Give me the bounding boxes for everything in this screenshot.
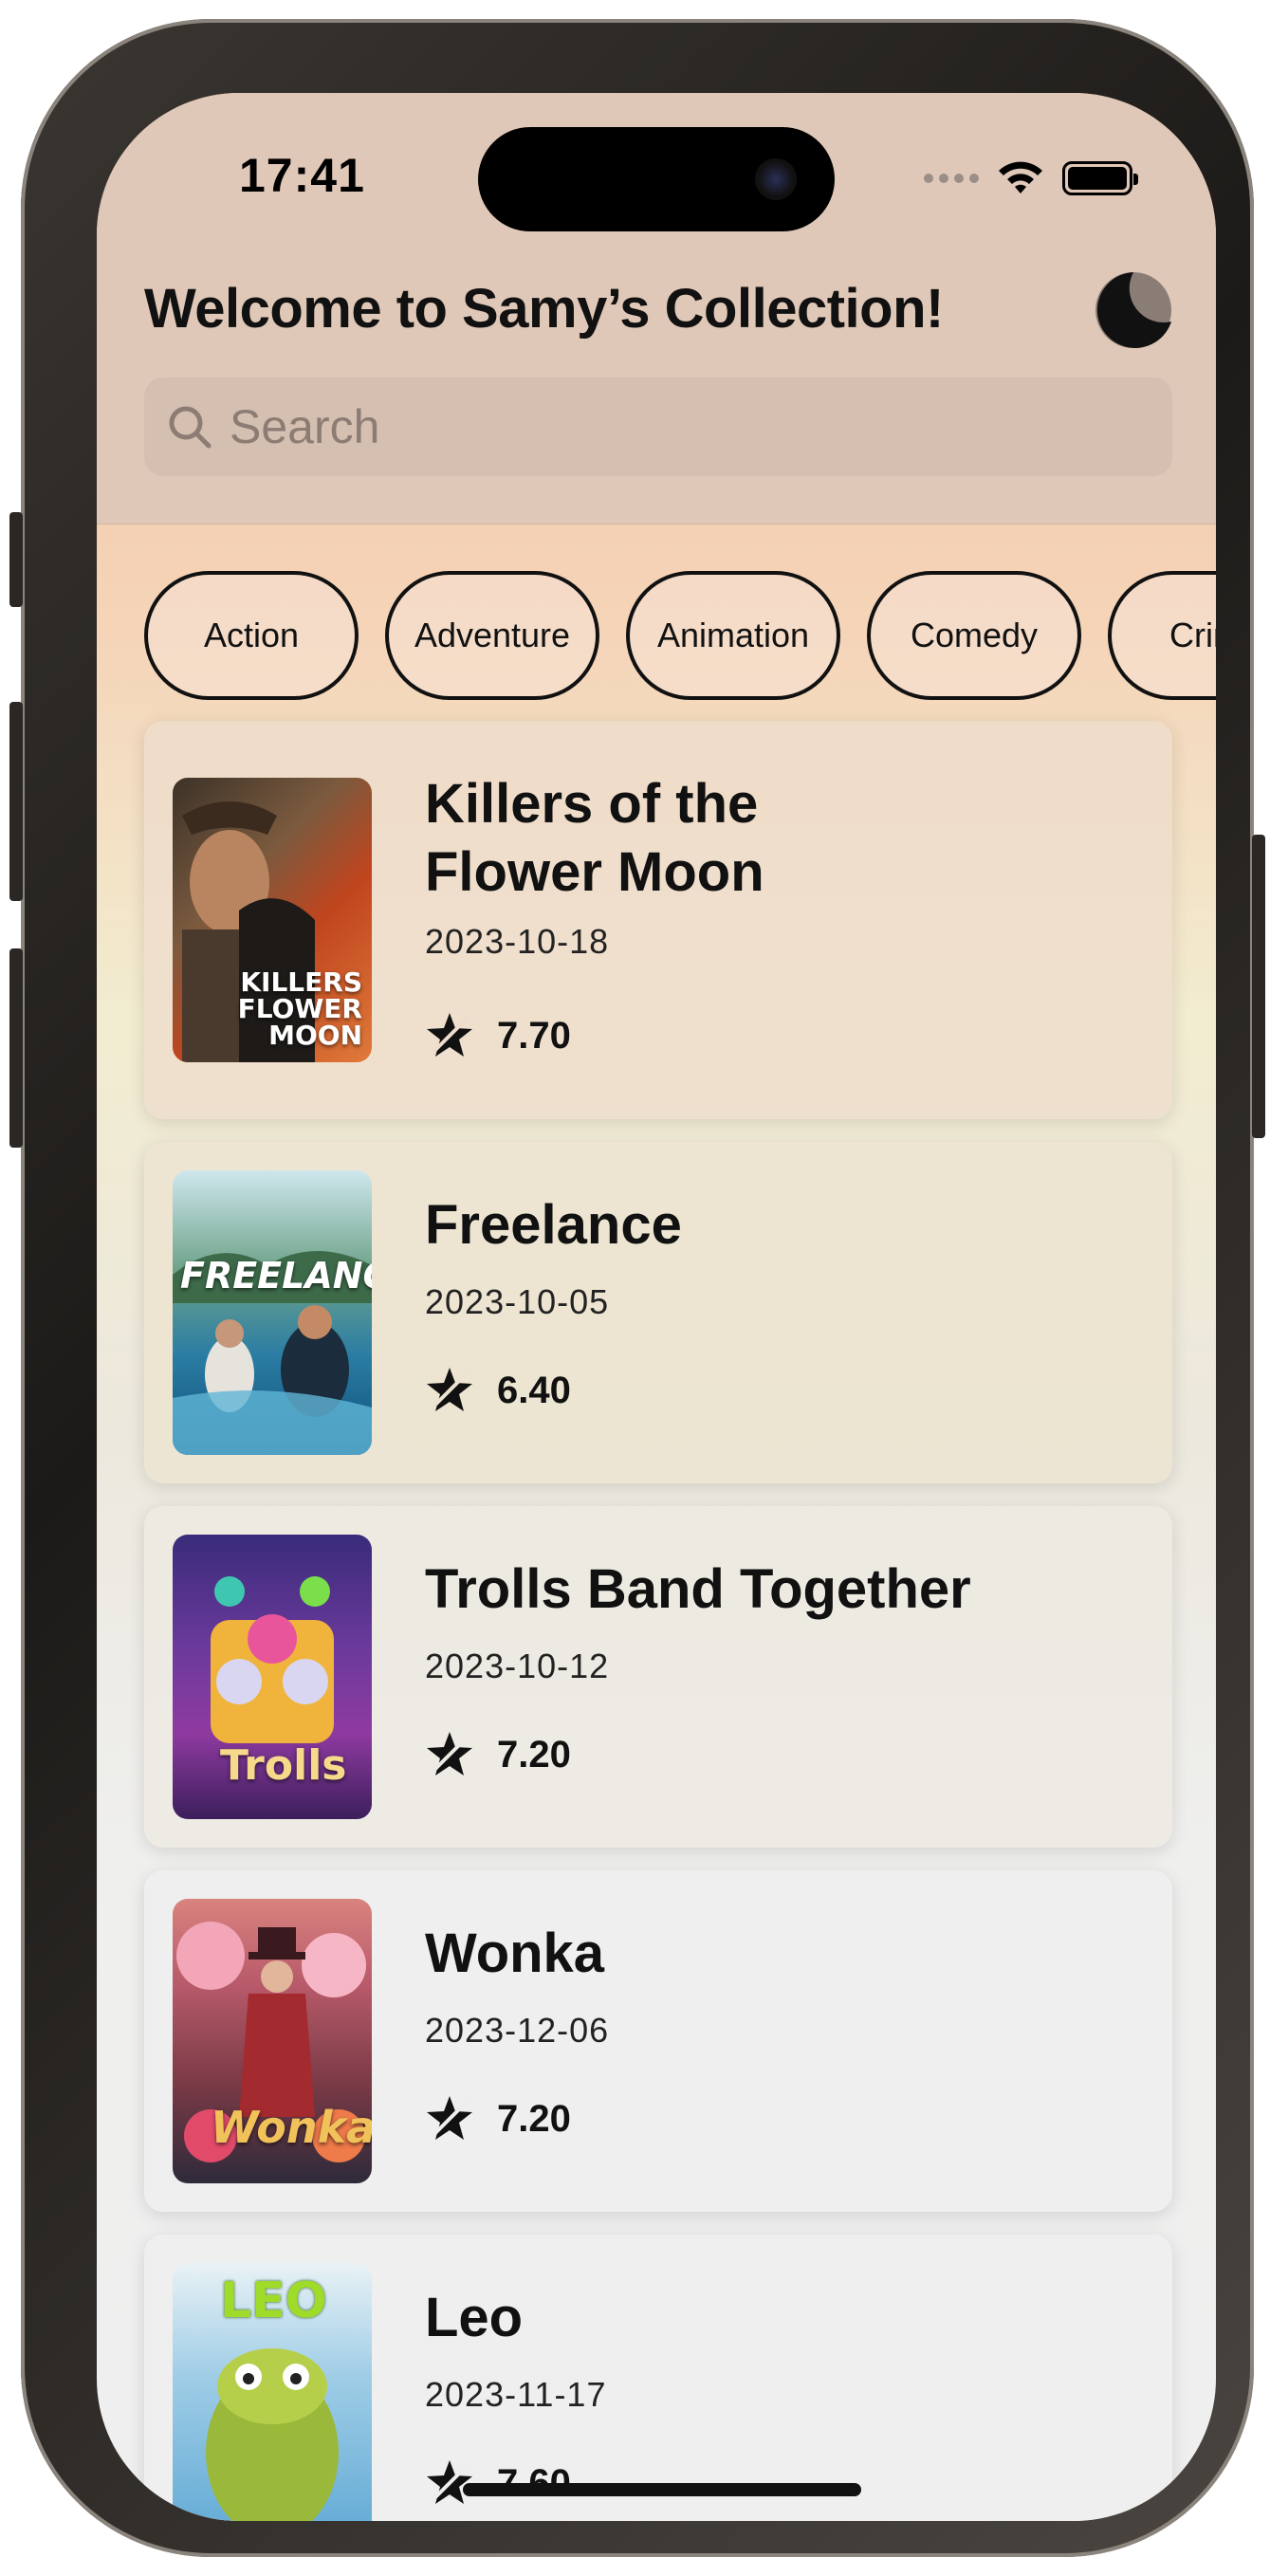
battery-icon — [1062, 161, 1138, 195]
poster-text: Trolls — [220, 1741, 347, 1790]
camera-icon — [755, 158, 797, 200]
poster-text: Wonka — [211, 2102, 372, 2153]
rating: 7.70 — [425, 1011, 571, 1060]
movie-card[interactable]: Wonka Wonka 2023-12-06 7.20 — [144, 1870, 1172, 2212]
movie-date: 2023-10-05 — [425, 1282, 610, 1321]
movie-poster: KILLERS FLOWER MOON — [173, 778, 372, 1062]
movie-date: 2023-12-06 — [425, 2011, 610, 2050]
search-icon — [169, 406, 212, 449]
star-icon — [427, 1732, 472, 1776]
action-button — [9, 512, 23, 607]
header: 17:41 Welcome to Samy’s Collection! — [97, 93, 1216, 524]
volume-up-button — [9, 702, 23, 901]
rating: 7.20 — [425, 2094, 571, 2144]
movie-poster: FREELANCE — [173, 1170, 372, 1455]
movie-date: 2023-11-17 — [425, 2375, 607, 2414]
volume-down-button — [9, 948, 23, 1148]
genre-chip-adventure[interactable]: Adventure — [385, 571, 599, 700]
rating: 7.20 — [425, 1730, 571, 1779]
rating: 6.40 — [425, 1366, 571, 1415]
movie-date: 2023-10-12 — [425, 1647, 610, 1685]
genre-chip-comedy[interactable]: Comedy — [867, 571, 1081, 700]
moon-icon[interactable] — [1093, 269, 1174, 351]
movie-poster: LEO — [173, 2263, 372, 2521]
poster-text: LEO — [220, 2272, 327, 2329]
poster-art — [173, 1251, 372, 1455]
star-icon — [427, 1013, 472, 1057]
movie-title: Trolls Band Together — [425, 1558, 971, 1620]
star-icon — [427, 2096, 472, 2140]
star-icon — [427, 1368, 472, 1411]
search-bar[interactable] — [144, 377, 1172, 476]
movie-card[interactable]: Trolls Trolls Band Together 2023-10-12 7… — [144, 1506, 1172, 1848]
rating-value: 7.70 — [497, 1014, 571, 1057]
rating-value: 7.20 — [497, 1733, 571, 1776]
genre-chip-animation[interactable]: Animation — [626, 571, 840, 700]
movie-card[interactable]: FREELANCE Freelance 2023-10-05 6.40 — [144, 1142, 1172, 1483]
movie-title: Leo — [425, 2287, 524, 2348]
app-screen: 17:41 Welcome to Samy’s Collection! Sear… — [97, 93, 1216, 2521]
movie-date: 2023-10-18 — [425, 922, 610, 961]
poster-text: KILLERS FLOWER MOON — [237, 966, 362, 1051]
phone-frame: 17:41 Welcome to Samy’s Collection! Sear… — [9, 19, 1265, 2557]
movie-title: Killers of the Flower Moon — [425, 773, 764, 903]
rating-value: 7.20 — [497, 2097, 571, 2140]
genre-chip-crime[interactable]: Crime — [1108, 571, 1216, 700]
movie-poster: Trolls — [173, 1535, 372, 1819]
poster-text: FREELANCE — [180, 1255, 372, 1297]
genre-chips: Action Adventure Animation Comedy Crime — [144, 571, 1216, 700]
status-time: 17:41 — [239, 149, 365, 202]
dynamic-island — [478, 127, 835, 231]
wifi-icon — [999, 161, 1042, 193]
page-title: Welcome to Samy’s Collection! — [144, 278, 944, 340]
movie-card[interactable]: KILLERS FLOWER MOON Killers of the Flowe… — [144, 721, 1172, 1119]
search-input[interactable] — [230, 399, 1083, 454]
movie-card[interactable]: LEO Leo 2023-11-17 7.60 — [144, 2235, 1172, 2521]
home-indicator[interactable] — [463, 2483, 861, 2496]
movie-title: Freelance — [425, 1194, 682, 1256]
genre-chip-action[interactable]: Action — [144, 571, 359, 700]
status-indicators — [924, 159, 1138, 197]
movie-poster: Wonka — [173, 1899, 372, 2183]
movie-title: Wonka — [425, 1923, 605, 1984]
signal-icon — [924, 174, 979, 183]
power-button — [1252, 835, 1265, 1138]
rating-value: 6.40 — [497, 1369, 571, 1411]
